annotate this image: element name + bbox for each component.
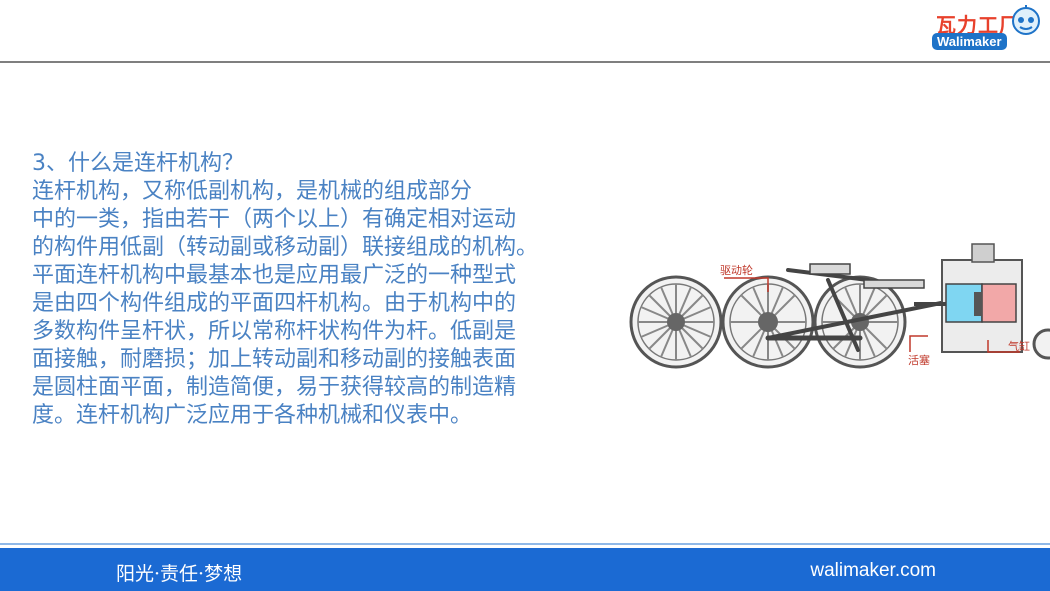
header-divider [0, 61, 1050, 63]
paragraph-line: 连杆机构，又称低副机构，是机械的组成部分 [32, 179, 473, 204]
paragraph-line: 是由四个构件组成的平面四杆机构。由于机构中的 [32, 291, 517, 316]
label-piston: 活塞 [908, 353, 930, 367]
wheel-front [629, 275, 723, 369]
header: 瓦力工厂 Walimaker [0, 0, 1050, 64]
logo-english-text: Walimaker [932, 33, 1007, 50]
robot-mascot-icon [1012, 5, 1040, 35]
walimaker-logo[interactable]: 瓦力工厂 Walimaker [932, 5, 1042, 55]
paragraph-line: 中的一类，指由若干（两个以上）有确定相对运动 [32, 207, 517, 232]
label-drive-wheel: 驱动轮 [720, 263, 753, 277]
footer-motto: 阳光·责任·梦想 [116, 563, 243, 585]
footer-website-link[interactable]: walimaker.com [810, 560, 936, 582]
paragraph-line: 度。连杆机构广泛应用于各种机械和仪表中。 [32, 403, 473, 428]
wheel-partial-edge [1032, 328, 1050, 360]
wheel-rear [813, 275, 907, 369]
paragraph-line: 面接触，耐磨损；加上转动副和移动副的接触表面 [32, 347, 517, 372]
locomotive-linkage-diagram: 驱动轮 活塞 气缸 [629, 243, 1050, 369]
slide-heading: 3、什么是连杆机构？ [32, 151, 244, 176]
footer-accent-line [0, 543, 1050, 545]
footer-bar: 阳光·责任·梦想 walimaker.com [0, 548, 1050, 591]
cylinder-assembly [914, 243, 1023, 353]
paragraph-line: 是圆柱面平面，制造简便，易于获得较高的制造精 [32, 375, 517, 400]
slide-content: 3、什么是连杆机构？ 连杆机构，又称低副机构，是机械的组成部分 中的一类，指由若… [32, 150, 622, 430]
paragraph-line: 平面连杆机构中最基本也是应用最广泛的一种型式 [32, 263, 517, 288]
label-cylinder: 气缸 [1008, 339, 1030, 353]
paragraph-line: 的构件用低副（转动副或移动副）联接组成的机构。 [32, 235, 539, 260]
slide-paragraph: 连杆机构，又称低副机构，是机械的组成部分 中的一类，指由若干（两个以上）有确定相… [32, 178, 622, 430]
paragraph-line: 多数构件呈杆状，所以常称杆状构件为杆。低副是 [32, 319, 517, 344]
